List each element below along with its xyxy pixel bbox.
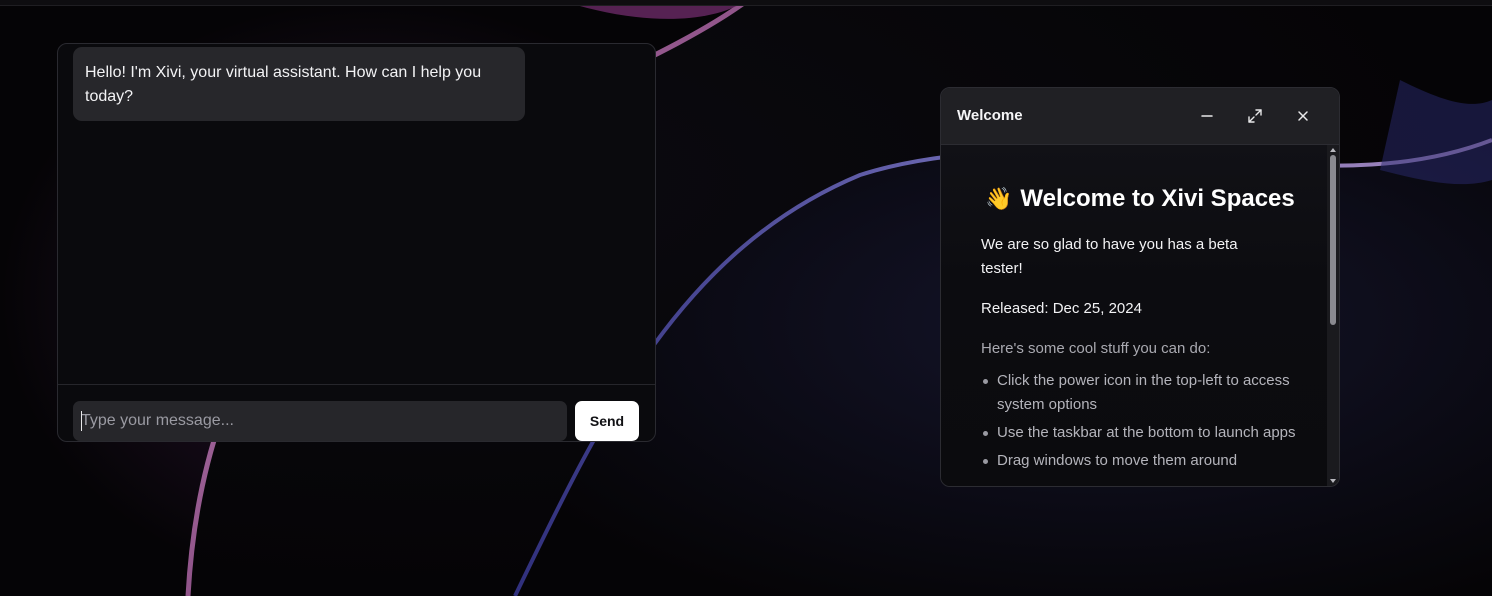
chat-window: Hello! I'm Xivi, your virtual assistant.…	[57, 43, 656, 442]
welcome-window: Welcome 👋 Welcome to Xivi Spaces We are …	[940, 87, 1340, 487]
waving-hand-icon: 👋	[985, 186, 1013, 211]
close-icon	[1298, 111, 1308, 121]
chat-divider	[58, 384, 655, 385]
scroll-thumb[interactable]	[1330, 155, 1336, 325]
maximize-icon	[1248, 109, 1262, 123]
list-item: Use the taskbar at the bottom to launch …	[983, 421, 1297, 445]
assistant-message-bubble: Hello! I'm Xivi, your virtual assistant.…	[73, 47, 525, 121]
vertical-scrollbar[interactable]	[1327, 145, 1339, 486]
welcome-content[interactable]: 👋 Welcome to Xivi Spaces We are so glad t…	[941, 145, 1327, 486]
scroll-down-arrow-icon[interactable]	[1330, 479, 1336, 483]
cool-stuff-intro: Here's some cool stuff you can do:	[981, 340, 1211, 357]
welcome-heading-text: Welcome to Xivi Spaces	[1020, 185, 1295, 212]
close-button[interactable]	[1289, 102, 1317, 130]
list-item: Drag windows to move them around	[983, 449, 1297, 473]
desktop: Hello! I'm Xivi, your virtual assistant.…	[0, 0, 1492, 596]
scroll-up-arrow-icon[interactable]	[1330, 148, 1336, 152]
chat-messages: Hello! I'm Xivi, your virtual assistant.…	[58, 44, 655, 384]
welcome-heading: 👋 Welcome to Xivi Spaces	[985, 185, 1295, 213]
release-date-text: Released: Dec 25, 2024	[981, 300, 1142, 317]
list-item: Click the power icon in the top-left to …	[983, 369, 1297, 417]
text-caret	[81, 411, 82, 431]
minimize-icon	[1201, 115, 1213, 117]
top-bar	[0, 0, 1492, 6]
minimize-button[interactable]	[1193, 102, 1221, 130]
maximize-button[interactable]	[1241, 102, 1269, 130]
feature-list: Click the power icon in the top-left to …	[981, 369, 1297, 477]
message-input[interactable]	[73, 401, 567, 441]
window-title: Welcome	[957, 107, 1023, 124]
beta-tester-text: We are so glad to have you has a beta te…	[981, 236, 1238, 277]
send-button[interactable]: Send	[575, 401, 639, 441]
window-titlebar[interactable]: Welcome	[941, 88, 1339, 145]
